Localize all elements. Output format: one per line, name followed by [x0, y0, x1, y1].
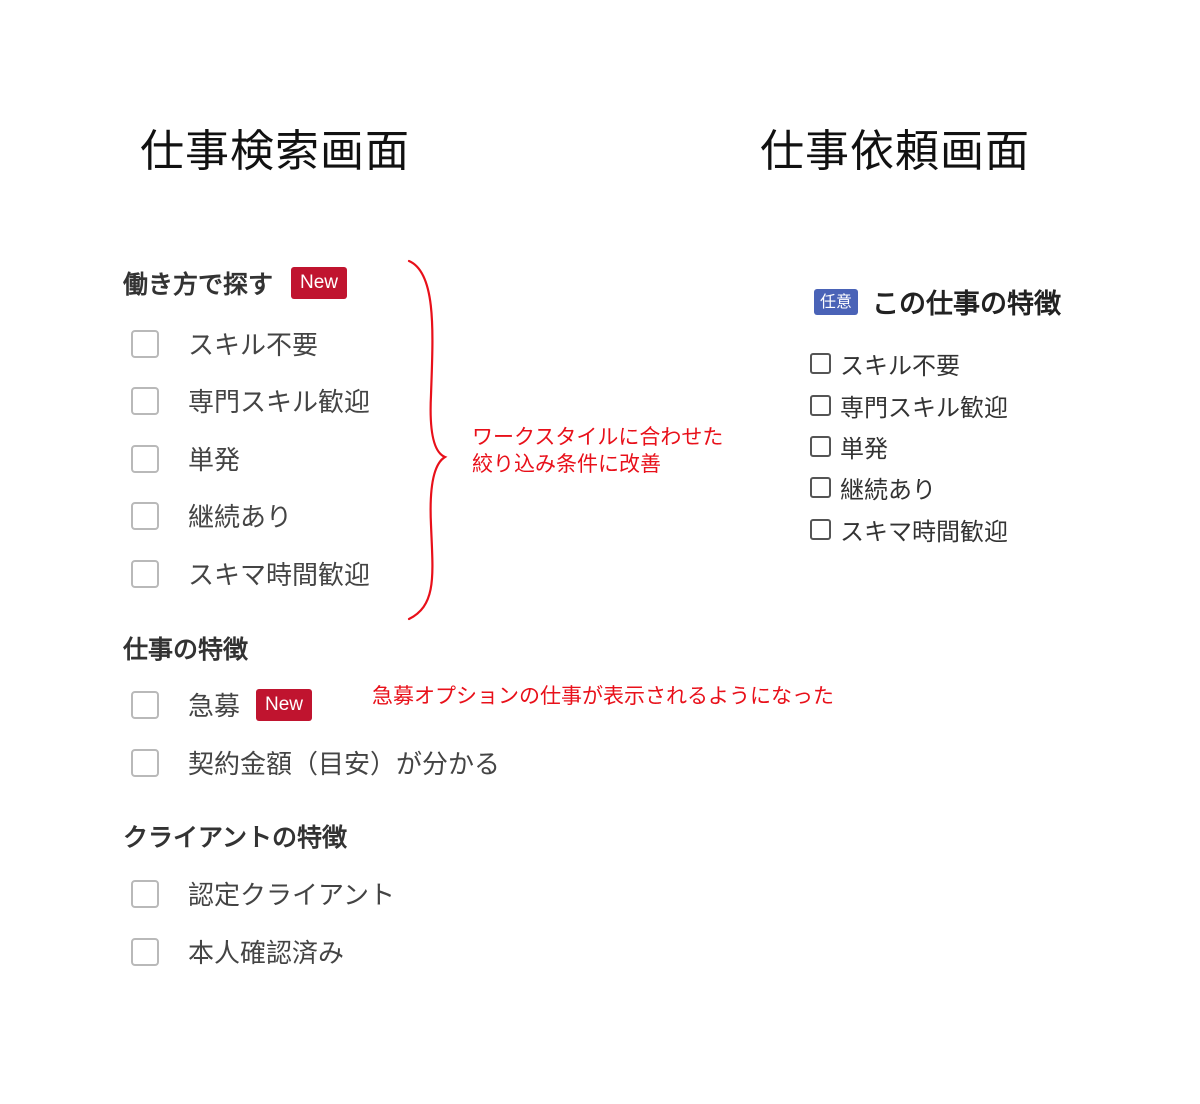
work-style-option-no-skill[interactable]: スキル不要: [131, 325, 318, 362]
request-option-continuing[interactable]: 継続あり: [810, 470, 936, 505]
option-label: 専門スキル歓迎: [188, 388, 371, 418]
request-option-expert-skill[interactable]: 専門スキル歓迎: [810, 388, 1008, 423]
request-features-header: 任意 この仕事の特徴: [814, 282, 1061, 321]
work-style-header: 働き方で探す New: [123, 265, 348, 301]
checkbox[interactable]: [131, 386, 159, 415]
work-style-heading: 働き方で探す: [123, 270, 274, 299]
urgent-annotation: 急募オプションの仕事が表示されるようになった: [372, 684, 834, 708]
checkbox[interactable]: [810, 353, 831, 374]
checkbox[interactable]: [131, 690, 159, 719]
checkbox[interactable]: [131, 937, 159, 966]
request-screen-title: 仕事依頼画面: [760, 126, 1030, 177]
job-feature-option-contract-amount[interactable]: 契約金額（目安）が分かる: [131, 744, 500, 781]
client-feature-option-identity-verified[interactable]: 本人確認済み: [131, 933, 344, 970]
new-badge: New: [291, 267, 348, 299]
annotation-line: 絞り込み条件に改善: [472, 452, 661, 476]
request-option-one-time[interactable]: 単発: [810, 429, 888, 464]
option-label: スキル不要: [188, 331, 319, 361]
work-style-annotation: ワークスタイルに合わせた 絞り込み条件に改善: [472, 424, 723, 478]
curly-brace-annotation: [407, 259, 448, 621]
option-label: スキマ時間歓迎: [188, 561, 371, 591]
checkbox[interactable]: [131, 879, 159, 908]
option-label: スキル不要: [840, 352, 960, 380]
request-option-spare-time[interactable]: スキマ時間歓迎: [810, 512, 1008, 547]
request-features-heading: この仕事の特徴: [872, 289, 1062, 320]
option-label: 継続あり: [188, 503, 293, 533]
client-features-heading: クライアントの特徴: [123, 823, 348, 852]
checkbox[interactable]: [810, 519, 831, 540]
optional-tag: 任意: [814, 288, 859, 315]
work-style-option-expert-skill[interactable]: 専門スキル歓迎: [131, 382, 370, 419]
option-label: 契約金額（目安）が分かる: [188, 750, 501, 780]
option-label: 継続あり: [840, 476, 936, 504]
checkbox[interactable]: [131, 559, 159, 588]
option-label: 専門スキル歓迎: [840, 394, 1008, 422]
work-style-option-spare-time[interactable]: スキマ時間歓迎: [131, 555, 370, 592]
job-feature-option-urgent[interactable]: 急募 New: [131, 686, 313, 723]
checkbox[interactable]: [131, 748, 159, 777]
search-screen-title: 仕事検索画面: [140, 126, 410, 177]
work-style-option-one-time[interactable]: 単発: [131, 440, 240, 477]
checkbox[interactable]: [810, 395, 831, 416]
option-label: 単発: [188, 446, 241, 476]
checkbox[interactable]: [810, 436, 831, 457]
client-feature-option-certified[interactable]: 認定クライアント: [131, 875, 395, 912]
option-label: スキマ時間歓迎: [840, 518, 1008, 546]
option-label: 本人確認済み: [188, 939, 345, 969]
work-style-option-continuing[interactable]: 継続あり: [131, 497, 292, 534]
checkbox[interactable]: [810, 477, 831, 498]
checkbox[interactable]: [131, 444, 159, 473]
option-label: 認定クライアント: [188, 881, 395, 911]
option-label: 単発: [840, 435, 888, 463]
checkbox[interactable]: [131, 329, 159, 358]
new-badge: New: [256, 688, 313, 721]
checkbox[interactable]: [131, 501, 159, 530]
option-label: 急募: [188, 692, 241, 722]
request-option-no-skill[interactable]: スキル不要: [810, 346, 960, 381]
annotation-line: ワークスタイルに合わせた: [472, 425, 724, 449]
job-features-heading: 仕事の特徴: [123, 635, 249, 664]
